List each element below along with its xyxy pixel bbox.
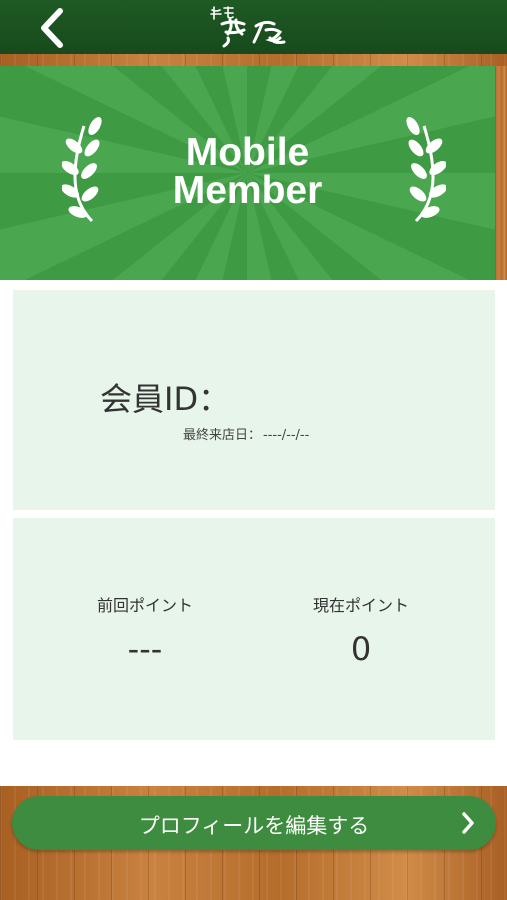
edit-profile-button[interactable]: プロフィールを編集する <box>12 796 496 850</box>
member-content: 会員ID： 最終来店日： ----/--/-- 前回ポイント --- 現在ポイント… <box>0 280 507 786</box>
mobile-member-banner: Mobile Member <box>0 66 495 280</box>
wood-strip <box>0 54 507 66</box>
laurel-icon <box>406 116 446 223</box>
member-id-label: 会員ID： <box>100 374 230 420</box>
edit-profile-label: プロフィールを編集する <box>138 814 370 838</box>
back-button[interactable] <box>30 6 74 50</box>
member-id-label-text: 会員ID： <box>100 380 231 418</box>
previous-points-value: --- <box>127 630 163 668</box>
last-visit-value: ----/--/-- <box>263 428 310 443</box>
member-id-card: 会員ID： 最終来店日： ----/--/-- <box>13 290 495 510</box>
top-bar <box>0 0 507 54</box>
points-card: 前回ポイント --- 現在ポイント 0 <box>13 518 495 740</box>
last-visit: 最終来店日： ----/--/-- <box>183 424 309 443</box>
chevron-left-icon <box>41 8 63 48</box>
last-visit-label: 最終来店日： <box>183 428 262 443</box>
current-points-value: 0 <box>350 630 372 668</box>
current-points-label: 現在ポイント <box>312 596 409 615</box>
shop-logo <box>200 2 310 52</box>
previous-points-label: 前回ポイント <box>96 596 193 615</box>
footer: プロフィールを編集する <box>0 786 507 900</box>
chevron-right-icon <box>462 812 474 834</box>
